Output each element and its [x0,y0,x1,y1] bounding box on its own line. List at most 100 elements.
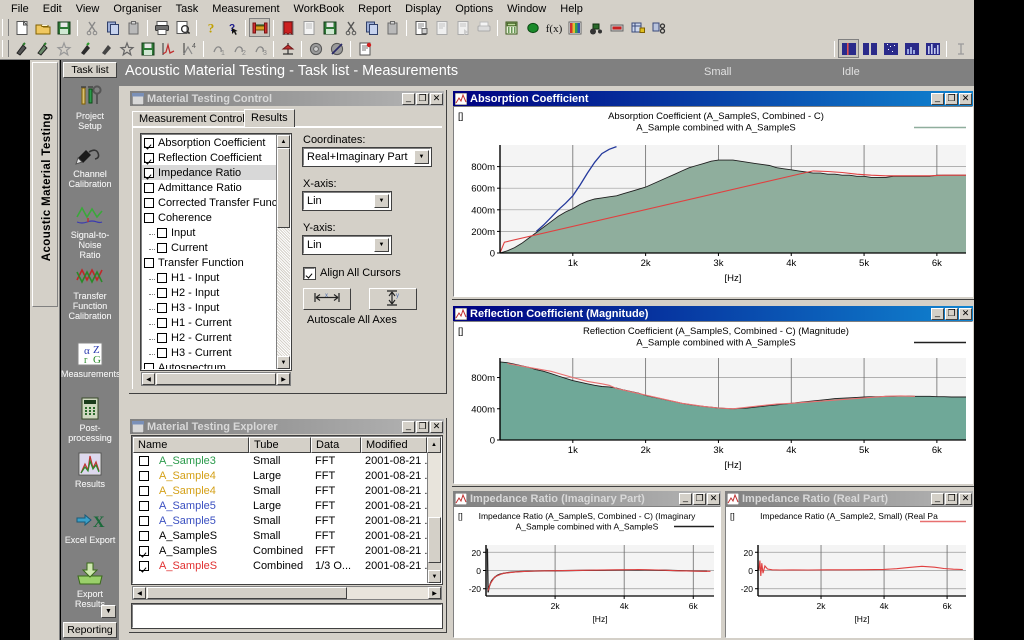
copy-icon[interactable] [102,18,123,37]
row-checkbox[interactable] [133,560,155,571]
open-folder-icon[interactable] [32,18,53,37]
new-document-icon[interactable] [11,18,32,37]
print-icon[interactable] [151,18,172,37]
table-row[interactable]: A_SampleS Combined FFT 2001-08-21 ... [133,543,441,558]
view-bars-icon[interactable] [901,39,922,58]
hand-3-icon[interactable]: 3 [249,39,270,58]
book-red-icon[interactable] [277,18,298,37]
results-list-horizontal-scrollbar[interactable]: ◀ ▶ [141,372,291,386]
horizontal-scroll-thumb[interactable] [156,373,276,385]
row-checkbox[interactable] [133,500,155,511]
task-item-measurements[interactable]: αZrG Measurements [61,342,121,379]
report-export-icon[interactable] [452,18,473,37]
maximize-button[interactable]: ❐ [945,492,958,505]
plot-absorption-coefficient[interactable]: [] Absorption Coefficient (A_SampleS, Com… [453,106,973,297]
speaker-mute-icon[interactable] [326,39,347,58]
explorer-notes-field[interactable] [131,603,443,629]
hand-1-icon[interactable]: 1 [207,39,228,58]
titlebar-absorption-coefficient[interactable]: Absorption Coefficient _ ❐ ✕ [453,91,973,106]
titlebar-reflection-coefficient[interactable]: Reflection Coefficient (Magnitude) _ ❐ ✕ [453,306,973,321]
delta-chart-icon[interactable]: 4 [179,39,200,58]
speaker-icon[interactable] [305,39,326,58]
maximize-button[interactable]: ❐ [945,92,958,105]
cursor-i-icon[interactable] [950,39,971,58]
chevron-down-icon[interactable]: ▼ [374,194,389,208]
close-button[interactable]: ✕ [430,92,443,105]
table-row[interactable]: A_Sample4 Small FFT 2001-08-21 ... [133,483,441,498]
menu-view[interactable]: View [69,1,107,17]
menu-options[interactable]: Options [448,1,500,17]
result-list-item[interactable]: H3 - Input [142,300,276,315]
result-list-item[interactable]: H2 - Input [142,285,276,300]
task-item-post-processing[interactable]: Post-processing [61,396,119,443]
menu-report[interactable]: Report [351,1,398,17]
column-header-data[interactable]: Data [311,437,361,453]
flag-dark-icon[interactable] [95,39,116,58]
minimize-button[interactable]: _ [931,307,944,320]
table-row[interactable]: A_SampleS Small FFT 2001-08-21 ... [133,528,441,543]
menu-task[interactable]: Task [169,1,206,17]
context-help-icon[interactable]: ? [221,18,242,37]
task-item-channel-calibration[interactable]: Channel Calibration [61,142,119,189]
cut-icon[interactable] [81,18,102,37]
menu-display[interactable]: Display [398,1,448,17]
minimize-button[interactable]: _ [931,492,944,505]
checkbox-box[interactable] [144,197,154,208]
table-row[interactable]: A_SampleS Combined 1/3 O... 2001-08-21 ... [133,558,441,573]
chevron-down-icon[interactable]: ▼ [414,150,429,164]
close-button[interactable]: ✕ [430,420,443,433]
menu-edit[interactable]: Edit [36,1,69,17]
results-list-vertical-scrollbar[interactable]: ▲ ▼ [276,135,290,369]
result-list-item[interactable]: H2 - Current [142,330,276,345]
result-list-item[interactable]: Input [142,225,276,240]
explorer-scroll-track[interactable] [428,453,441,517]
row-checkbox[interactable] [133,545,155,556]
titlebar-impedance-ratio-real[interactable]: Impedance Ratio (Real Part) _ ❐ ✕ [725,491,973,506]
row-checkbox[interactable] [133,455,155,466]
table-row[interactable]: A_Sample5 Small FFT 2001-08-21 ... [133,513,441,528]
yaxis-select[interactable]: Lin ▼ [302,235,392,255]
result-list-item[interactable]: Impedance Ratio [142,165,276,180]
peak-chart-icon[interactable] [158,39,179,58]
report-new-icon[interactable] [410,18,431,37]
hand-2-icon[interactable]: 2 [228,39,249,58]
result-list-item[interactable]: Reflection Coefficient [142,150,276,165]
grid-scroll-down-button[interactable]: ▼ [428,570,441,583]
task-list-footer-reporting[interactable]: Reporting [63,622,117,638]
result-list-item[interactable]: H1 - Current [142,315,276,330]
probe2-icon[interactable] [32,39,53,58]
checkbox-box[interactable] [144,137,154,148]
chevron-down-icon[interactable]: ▼ [374,238,389,252]
column-header-modified[interactable]: Modified [361,437,427,453]
minimize-button[interactable]: _ [402,420,415,433]
print-preview-icon[interactable] [172,18,193,37]
task-item-excel-export[interactable]: X Excel Export [61,508,119,545]
checkbox-box[interactable] [157,317,167,328]
table-row[interactable]: A_Sample3 Small FFT 2001-08-21 ... [133,453,441,468]
view-multi-icon[interactable] [922,39,943,58]
checkbox-box[interactable] [157,332,167,343]
titlebar-material-testing-explorer[interactable]: Material Testing Explorer _ ❐ ✕ [130,419,444,434]
scroll-up-button[interactable]: ▲ [277,135,290,148]
checkbox-box[interactable] [157,302,167,313]
close-button[interactable]: ✕ [707,492,720,505]
tab-measurement-control[interactable]: Measurement Control [132,111,252,127]
maximize-button[interactable]: ❐ [693,492,706,505]
balance-icon[interactable] [277,39,298,58]
explorer-horizontal-scrollbar[interactable]: ◀ ▶ [132,586,442,600]
horizontal-scroll-thumb[interactable] [147,587,347,599]
menu-window[interactable]: Window [500,1,553,17]
checkbox-box[interactable] [144,257,154,268]
plot-impedance-imaginary[interactable]: [] Impedance Ratio (A_SampleS, Combined -… [453,506,721,638]
spectrum-color-icon[interactable] [564,18,585,37]
minimize-button[interactable]: _ [402,92,415,105]
titlebar-material-testing-control[interactable]: Material Testing Control _ ❐ ✕ [130,91,444,106]
scroll-thumb[interactable] [277,148,290,228]
menu-workbook[interactable]: WorkBook [287,1,352,17]
result-list-item[interactable]: Admittance Ratio [142,180,276,195]
grid-scroll-up-button[interactable]: ▲ [427,437,441,453]
data-table-icon[interactable] [627,18,648,37]
probe1-icon[interactable] [11,39,32,58]
menu-measurement[interactable]: Measurement [205,1,286,17]
report-print-icon[interactable] [473,18,494,37]
